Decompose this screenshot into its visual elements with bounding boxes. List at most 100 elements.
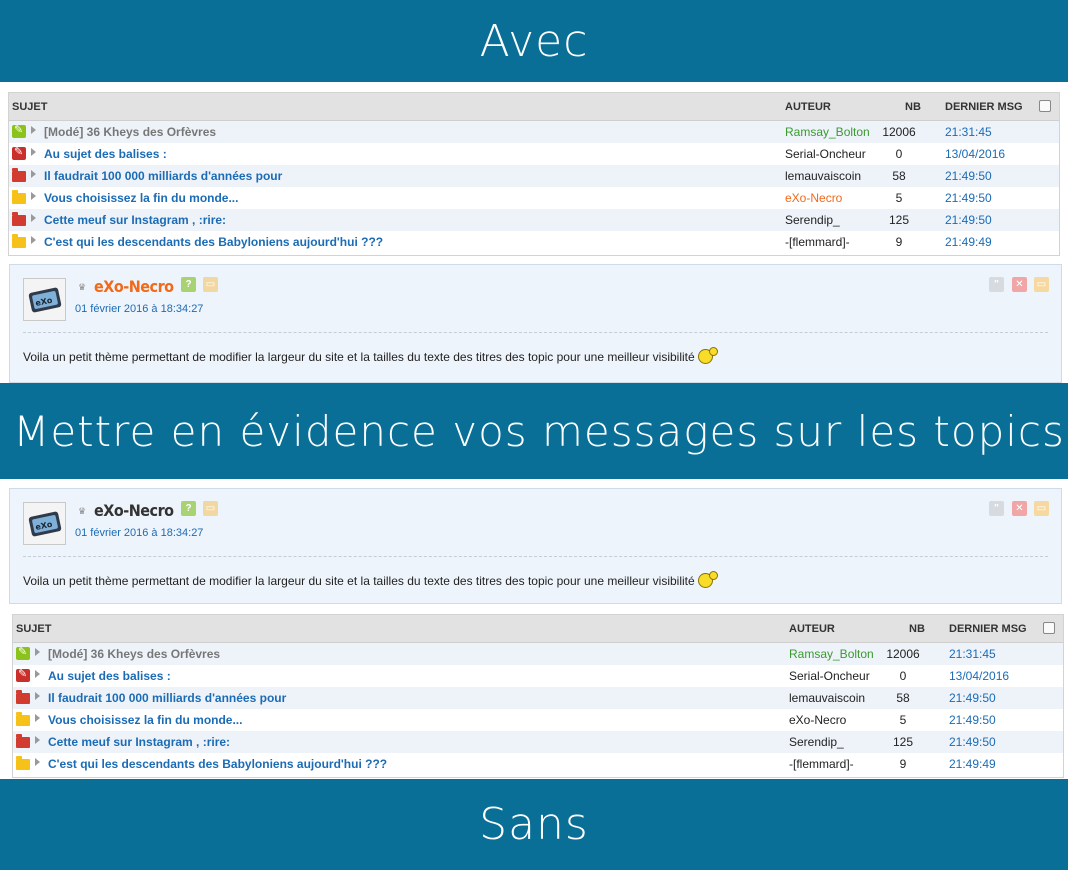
topic-author[interactable]: Ramsay_Bolton — [785, 125, 870, 139]
pin-icon — [16, 667, 30, 682]
topic-last-message[interactable]: 21:49:50 — [949, 691, 996, 705]
topic-row[interactable]: Cette meuf sur Instagram , :rire: Serendi… — [13, 731, 1063, 753]
topic-author[interactable]: eXo-Necro — [789, 713, 846, 727]
topic-last-message[interactable]: 13/04/2016 — [945, 147, 1005, 161]
topic-title[interactable]: Il faudrait 100 000 milliards d'années p… — [48, 691, 286, 705]
topic-last-message[interactable]: 21:49:50 — [949, 735, 996, 749]
post-author-highlighted[interactable]: eXo-Necro — [94, 277, 174, 296]
topic-last-message[interactable]: 21:49:50 — [949, 713, 996, 727]
topic-last-message[interactable]: 21:49:50 — [945, 213, 992, 227]
post-author[interactable]: eXo-Necro — [94, 501, 174, 520]
expand-arrow-icon[interactable] — [35, 692, 40, 700]
edit-icon[interactable]: ▭ — [1034, 277, 1049, 292]
select-all-checkbox[interactable] — [1039, 100, 1051, 112]
private-message-icon[interactable]: ▭ — [203, 277, 218, 292]
banner-avec: Avec — [0, 0, 1068, 82]
topic-row[interactable]: [Modé] 36 Kheys des Orfèvres Ramsay_Bolto… — [13, 643, 1063, 665]
avatar[interactable]: eXo — [23, 502, 66, 545]
topic-author[interactable]: eXo-Necro — [785, 191, 842, 205]
expand-arrow-icon[interactable] — [35, 758, 40, 766]
expand-arrow-icon[interactable] — [35, 714, 40, 722]
topic-last-message[interactable]: 21:31:45 — [945, 125, 992, 139]
topic-last-message[interactable]: 21:31:45 — [949, 647, 996, 661]
topic-title[interactable]: Au sujet des balises : — [48, 669, 171, 683]
folder-icon — [16, 734, 30, 748]
header-sujet: SUJET — [12, 101, 48, 113]
crown-icon: ♛ — [78, 282, 87, 292]
topic-author[interactable]: Serendip_ — [789, 735, 844, 749]
topic-title[interactable]: Cette meuf sur Instagram , :rire: — [44, 213, 226, 227]
topic-row[interactable]: Il faudrait 100 000 milliards d'années p… — [13, 687, 1063, 709]
topic-title[interactable]: [Modé] 36 Kheys des Orfèvres — [44, 125, 216, 139]
expand-arrow-icon[interactable] — [31, 236, 36, 244]
expand-arrow-icon[interactable] — [31, 148, 36, 156]
expand-arrow-icon[interactable] — [31, 126, 36, 134]
banner-title: Mettre en évidence vos messages sur les … — [0, 383, 1068, 479]
expand-arrow-icon[interactable] — [35, 670, 40, 678]
header-sujet: SUJET — [16, 623, 52, 635]
question-icon[interactable]: ? — [181, 277, 196, 292]
topic-author[interactable]: lemauvaiscoin — [789, 691, 865, 705]
folder-icon — [12, 168, 26, 182]
topic-title[interactable]: Il faudrait 100 000 milliards d'années p… — [44, 169, 282, 183]
header-auteur: AUTEUR — [785, 101, 831, 113]
topic-last-message[interactable]: 21:49:49 — [945, 235, 992, 249]
topic-row[interactable]: Il faudrait 100 000 milliards d'années p… — [9, 165, 1059, 187]
topic-author[interactable]: -[flemmard]- — [789, 757, 854, 771]
topic-title[interactable]: C'est qui les descendants des Babylonien… — [44, 235, 383, 249]
topic-count: 58 — [892, 169, 906, 183]
expand-arrow-icon[interactable] — [35, 736, 40, 744]
quote-icon[interactable]: " — [989, 501, 1004, 516]
topic-last-message[interactable]: 13/04/2016 — [949, 669, 1009, 683]
question-icon[interactable]: ? — [181, 501, 196, 516]
topic-row[interactable]: [Modé] 36 Kheys des Orfèvres Ramsay_Bolto… — [9, 121, 1059, 143]
topic-title[interactable]: Vous choisissez la fin du monde... — [44, 191, 238, 205]
post-date[interactable]: 01 février 2016 à 18:34:27 — [75, 527, 203, 539]
topic-last-message[interactable]: 21:49:50 — [945, 191, 992, 205]
topic-count: 5 — [895, 191, 903, 205]
topic-list-header: SUJET AUTEUR NB DERNIER MSG — [13, 615, 1063, 643]
banner-title-text: Mettre en évidence vos messages sur les … — [13, 406, 1065, 456]
topic-author[interactable]: Serendip_ — [785, 213, 840, 227]
expand-arrow-icon[interactable] — [31, 170, 36, 178]
topic-last-message[interactable]: 21:49:49 — [949, 757, 996, 771]
smiley-icon — [697, 571, 718, 588]
topic-title[interactable]: C'est qui les descendants des Babylonien… — [48, 757, 387, 771]
topic-title[interactable]: Cette meuf sur Instagram , :rire: — [48, 735, 230, 749]
topic-author[interactable]: -[flemmard]- — [785, 235, 850, 249]
avatar[interactable]: eXo — [23, 278, 66, 321]
post-date[interactable]: 01 février 2016 à 18:34:27 — [75, 303, 203, 315]
expand-arrow-icon[interactable] — [31, 214, 36, 222]
topic-row[interactable]: Vous choisissez la fin du monde... eXo-Ne… — [9, 187, 1059, 209]
topic-count: 0 — [899, 669, 907, 683]
topic-last-message[interactable]: 21:49:50 — [945, 169, 992, 183]
topic-author[interactable]: Serial-Oncheur — [785, 147, 866, 161]
topic-list-sans: SUJET AUTEUR NB DERNIER MSG [Modé] 36 Kh… — [12, 614, 1064, 778]
pin-icon — [16, 645, 30, 660]
private-message-icon[interactable]: ▭ — [203, 501, 218, 516]
topic-title[interactable]: [Modé] 36 Kheys des Orfèvres — [48, 647, 220, 661]
topic-row[interactable]: Vous choisissez la fin du monde... eXo-Ne… — [13, 709, 1063, 731]
topic-author[interactable]: lemauvaiscoin — [785, 169, 861, 183]
post-sans: eXo ♛ eXo-Necro ? ▭ 01 février 2016 à 18… — [9, 488, 1062, 604]
select-all-checkbox[interactable] — [1043, 622, 1055, 634]
post-avec: eXo ♛ eXo-Necro ? ▭ 01 février 2016 à 18… — [9, 264, 1062, 383]
folder-icon — [16, 690, 30, 704]
topic-row[interactable]: Au sujet des balises : Serial-Oncheur 0 13/… — [13, 665, 1063, 687]
delete-icon[interactable]: ✕ — [1012, 277, 1027, 292]
quote-icon[interactable]: " — [989, 277, 1004, 292]
post-text: Voila un petit thème permettant de modif… — [23, 574, 695, 588]
topic-row[interactable]: Cette meuf sur Instagram , :rire: Serendi… — [9, 209, 1059, 231]
expand-arrow-icon[interactable] — [31, 192, 36, 200]
topic-row[interactable]: Au sujet des balises : Serial-Oncheur 0 13/… — [9, 143, 1059, 165]
topic-count: 0 — [895, 147, 903, 161]
edit-icon[interactable]: ▭ — [1034, 501, 1049, 516]
delete-icon[interactable]: ✕ — [1012, 501, 1027, 516]
topic-row[interactable]: C'est qui les descendants des Babylonien… — [13, 753, 1063, 775]
topic-author[interactable]: Ramsay_Bolton — [789, 647, 874, 661]
expand-arrow-icon[interactable] — [35, 648, 40, 656]
topic-author[interactable]: Serial-Oncheur — [789, 669, 870, 683]
topic-title[interactable]: Vous choisissez la fin du monde... — [48, 713, 242, 727]
topic-row[interactable]: C'est qui les descendants des Babylonien… — [9, 231, 1059, 253]
topic-title[interactable]: Au sujet des balises : — [44, 147, 167, 161]
